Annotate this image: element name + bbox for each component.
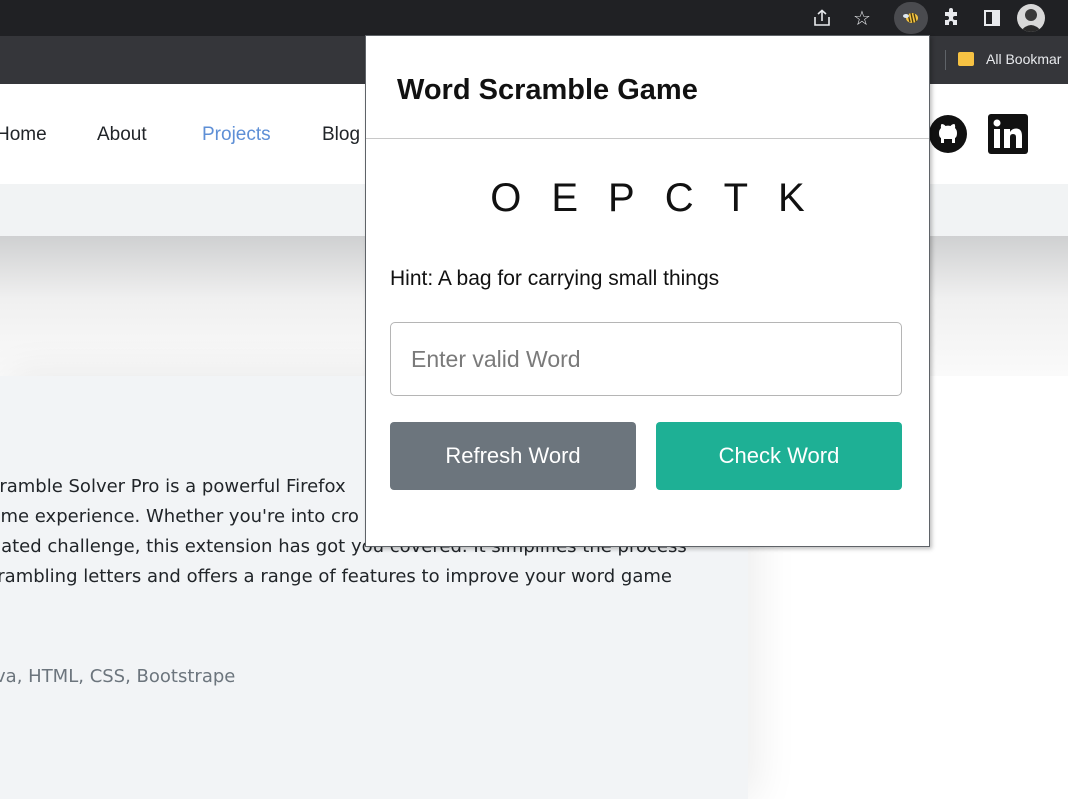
scrambled-word: OEPCTK [490,176,835,220]
share-icon[interactable] [808,4,836,32]
refresh-word-button[interactable]: Refresh Word [390,422,636,490]
check-word-button[interactable]: Check Word [656,422,902,490]
word-input[interactable] [390,322,902,396]
extension-popup: Word Scramble Game OEPCTK Hint: A bag fo… [365,35,930,547]
nav-projects[interactable]: Projects [202,124,271,146]
puzzle-icon[interactable] [938,4,966,32]
project-tech-stack: ava, HTML, CSS, Bootstrape [0,666,236,687]
project-description-line: game experience. Whether you're into cro [0,506,359,527]
nav-blog[interactable]: Blog [322,124,360,146]
popup-divider [366,138,929,139]
hint-text: Hint: A bag for carrying small things [390,267,720,290]
popup-title: Word Scramble Game [397,74,698,106]
linkedin-icon[interactable] [988,114,1028,154]
project-description-line: Scramble Solver Pro is a powerful Firefo… [0,476,346,497]
github-icon[interactable] [928,114,968,154]
side-panel-icon[interactable] [978,4,1006,32]
avatar[interactable] [1017,4,1045,32]
project-description-line: scrambling letters and offers a range of… [0,566,672,587]
star-icon[interactable]: ☆ [848,4,876,32]
all-bookmarks-link[interactable]: All Bookmar [986,51,1061,67]
bookmarks-separator [945,50,946,70]
nav-about[interactable]: About [97,124,147,146]
nav-home[interactable]: Home [0,124,47,146]
extension-active-icon[interactable] [894,2,928,34]
bookmark-folder-icon [958,52,974,66]
